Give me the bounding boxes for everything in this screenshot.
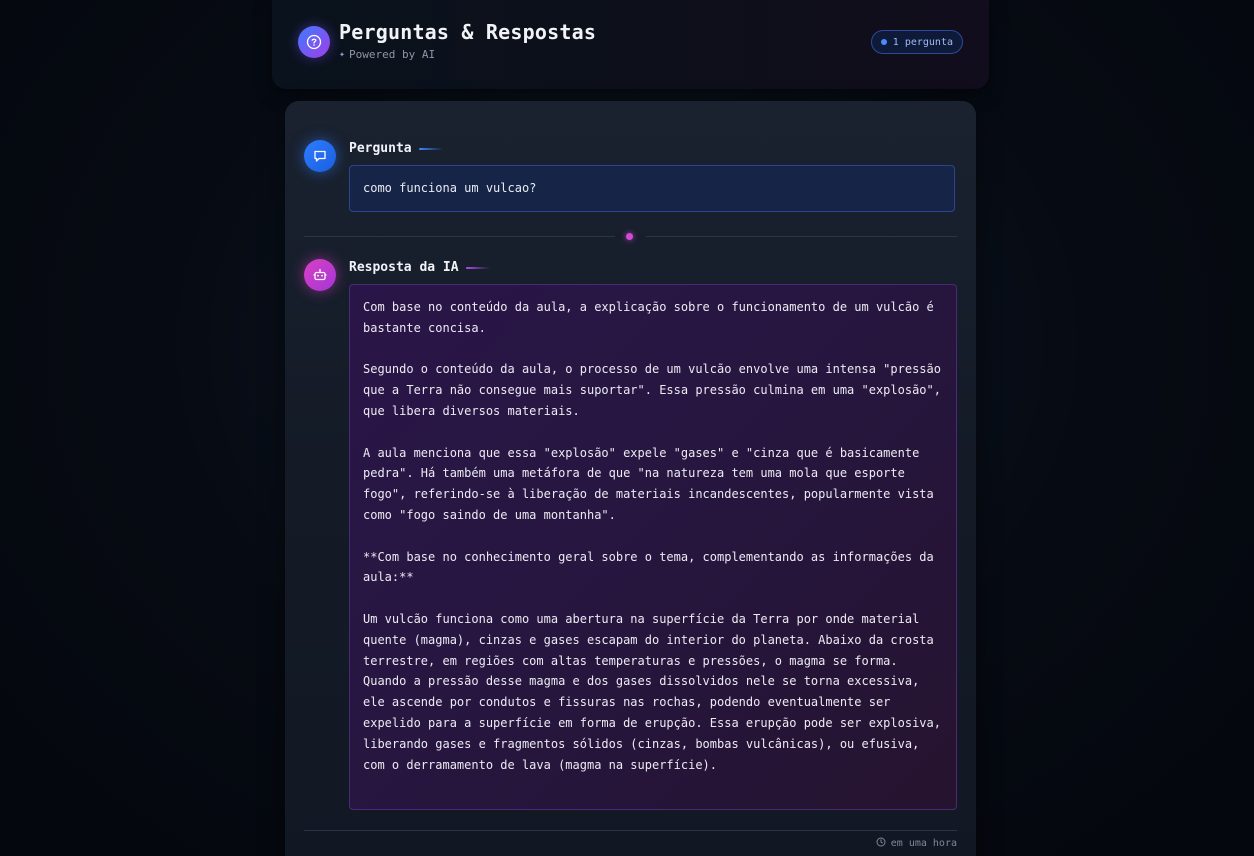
qa-card: Pergunta como funciona um vulcao? Respos… — [285, 101, 976, 856]
footer-divider — [304, 830, 957, 831]
answer-label: Resposta da IA — [349, 260, 490, 275]
badge-label: 1 pergunta — [892, 36, 953, 48]
badge-dot-icon — [880, 39, 887, 45]
app-header: Perguntas & Respostas ✦ Powered by AI 1 … — [272, 0, 989, 89]
answer-paragraph: Um vulcão funciona como uma abertura na … — [363, 611, 941, 772]
chat-bubble-icon — [304, 140, 336, 172]
question-label-accent — [418, 147, 443, 150]
powered-by-label: Powered by AI — [349, 48, 436, 61]
question-circle-icon — [298, 26, 330, 58]
answer-label-text: Resposta da IA — [349, 260, 459, 275]
robot-icon — [304, 259, 336, 291]
divider-line-left — [304, 236, 615, 237]
question-label: Pergunta — [349, 141, 443, 156]
divider — [304, 233, 957, 240]
answer-label-accent — [465, 266, 490, 269]
divider-dot — [626, 233, 633, 240]
page: Perguntas & Respostas ✦ Powered by AI 1 … — [0, 0, 1254, 856]
page-title: Perguntas & Respostas — [339, 20, 597, 44]
sparkles-icon: ✦ — [339, 49, 346, 60]
question-count-badge: 1 pergunta — [870, 30, 963, 54]
question-label-text: Pergunta — [349, 141, 412, 156]
answer-paragraph: A aula menciona que essa "explosão" expe… — [363, 445, 934, 522]
answer-paragraph: Segundo o conteúdo da aula, o processo d… — [363, 362, 941, 418]
timestamp: em uma hora — [876, 837, 957, 850]
question-text: como funciona um vulcao? — [349, 165, 955, 212]
clock-icon — [876, 837, 886, 850]
answer-paragraph: Com base no conteúdo da aula, a explicaç… — [363, 300, 934, 335]
powered-by: ✦ Powered by AI — [339, 48, 435, 61]
timestamp-text: em uma hora — [890, 838, 957, 849]
divider-line-right — [646, 236, 957, 237]
answer-paragraph: **Com base no conhecimento geral sobre o… — [363, 549, 934, 585]
answer-text: Com base no conteúdo da aula, a explicaç… — [349, 284, 957, 810]
